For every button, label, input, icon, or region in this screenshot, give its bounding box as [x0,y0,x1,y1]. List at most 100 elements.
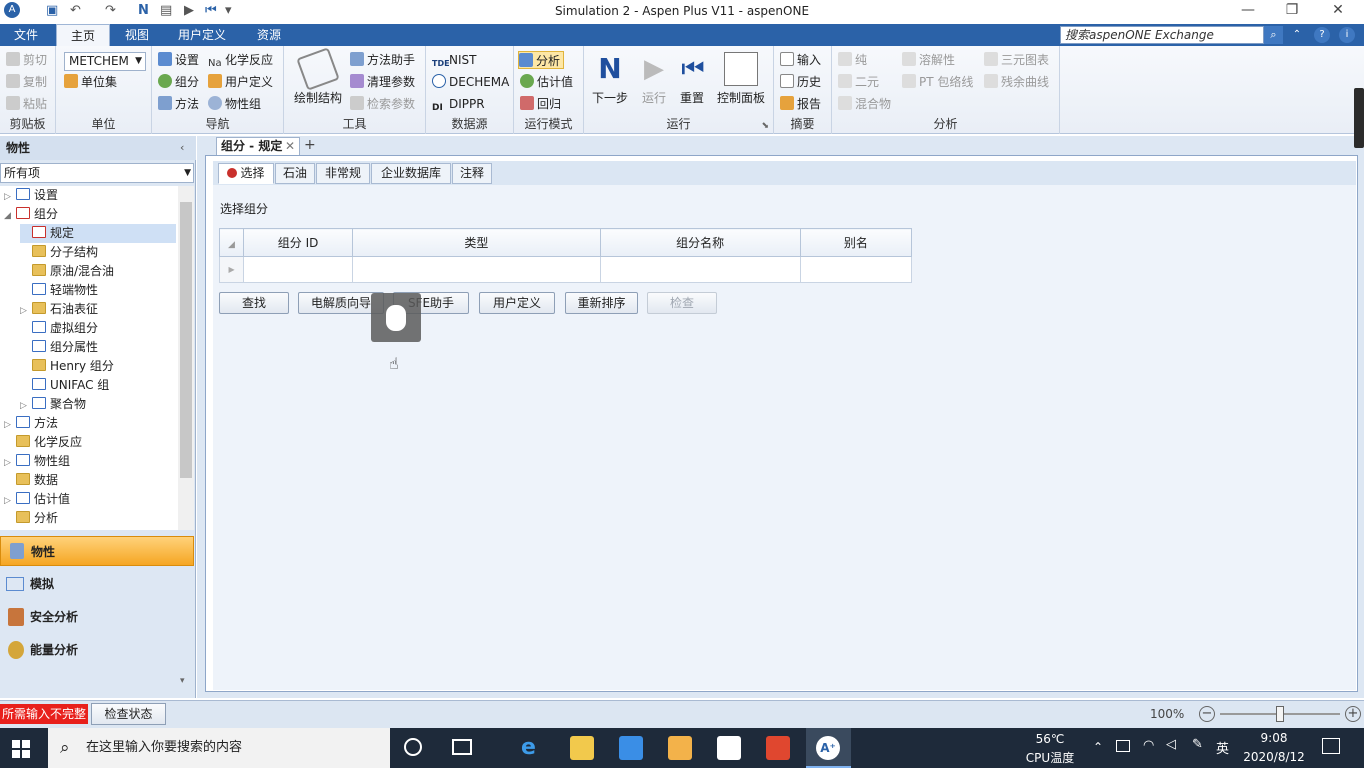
new-tab-icon[interactable]: + [304,137,316,153]
unit-set-select[interactable]: METCHEM ▼ [64,52,146,71]
clock-time[interactable]: 9:08 [1246,731,1302,745]
tree-scrollbar[interactable] [178,186,194,530]
subtab-selection[interactable]: 选择 [218,163,274,184]
cell-component-id[interactable] [243,256,354,283]
info-icon[interactable]: i [1339,27,1355,43]
notifications-icon[interactable] [1322,738,1340,754]
tab-view[interactable]: 视图 [114,24,160,46]
zoom-out-icon[interactable]: − [1199,706,1215,722]
restore-button[interactable]: ❐ [1272,2,1312,22]
cut-button[interactable]: 剪切 [6,51,47,69]
zoom-in-icon[interactable]: + [1345,706,1361,722]
store-icon[interactable] [717,736,741,760]
tree-item[interactable]: Henry 组分 [20,357,176,376]
row-selector-header[interactable]: ◢ [218,228,245,257]
estimation-mode-button[interactable]: 估计值 [520,73,573,91]
check-status-button[interactable]: 检查状态 [91,703,166,725]
cell-component-name[interactable] [599,256,801,283]
tree-item[interactable]: ▷ 物性组 [4,452,176,471]
clean-params-button[interactable]: 清理参数 [350,73,415,91]
tree-item[interactable]: ▷ 聚合物 [20,395,176,414]
tree-item[interactable]: ▷ 设置 [4,186,176,205]
battery-icon[interactable] [1116,740,1130,752]
tree-item[interactable]: ▷ 方法 [4,414,176,433]
tree-item[interactable]: 轻端物性 [20,281,176,300]
windows-start-icon[interactable] [12,740,30,758]
nav-methods-button[interactable]: 方法 [158,95,199,113]
subtab-nonconventional[interactable]: 非常规 [316,163,370,184]
find-button[interactable]: 查找 [219,292,289,314]
tree-item[interactable]: 规定 [20,224,176,243]
tree-item[interactable]: ▷ 估计值 [4,490,176,509]
regression-mode-button[interactable]: 回归 [520,95,561,113]
input-method-indicator[interactable]: 英 [1216,738,1229,757]
cell-alias[interactable] [799,256,913,283]
method-assistant-button[interactable]: 方法助手 [350,51,415,69]
cortana-icon[interactable] [404,738,422,756]
exchange-search-input[interactable]: 搜索aspenONE Exchange [1060,26,1264,44]
residue-curve-button[interactable]: 残余曲线 [984,73,1049,91]
scroll-thumb[interactable] [180,202,192,478]
tree-item[interactable]: 化学反应 [4,433,176,452]
subtab-petroleum[interactable]: 石油 [275,163,315,184]
tree-filter-select[interactable]: 所有项 ▼ [0,163,194,183]
tab-customize[interactable]: 用户定义 [166,24,238,46]
tree-item[interactable]: ◢ 组分 [4,205,176,224]
pane-options-icon[interactable]: ▾ [180,676,185,686]
tree-item[interactable]: 分析 [4,509,176,528]
tab-home[interactable]: 主页 [56,24,110,46]
run-button[interactable]: ▶ 运行 [636,52,672,106]
history-button[interactable]: 历史 [780,73,821,91]
control-panel-button[interactable]: 控制面板 [714,52,768,106]
collapse-ribbon-icon[interactable]: ⌃ [1289,27,1305,43]
document-tab[interactable]: 组分 - 规定 ✕ [216,137,300,155]
copy-button[interactable]: 复制 [6,73,47,91]
close-button[interactable]: ✕ [1318,2,1358,22]
nist-button[interactable]: TDENIST [432,51,476,69]
review-button[interactable]: 检查 [647,292,717,314]
nav-prop-sets-button[interactable]: 物性组 [208,95,261,113]
draw-structure-button[interactable]: 绘制结构 [290,47,346,106]
pen-icon[interactable]: ✎ [1192,737,1203,752]
input-incomplete-status[interactable]: 所需输入不完整 [0,704,89,724]
mixture-button[interactable]: 混合物 [838,95,891,113]
column-component-id[interactable]: 组分 ID [243,228,354,257]
zoom-slider-thumb[interactable] [1276,706,1284,722]
column-alias[interactable]: 别名 [799,228,913,257]
binary-button[interactable]: 二元 [838,73,879,91]
app-icon[interactable] [668,736,692,760]
nav-user-defined-button[interactable]: 用户定义 [208,73,273,91]
paste-button[interactable]: 粘贴 [6,95,47,113]
close-tab-icon[interactable]: ✕ [285,138,295,154]
subtab-comments[interactable]: 注释 [452,163,492,184]
aspen-taskbar-button[interactable]: A⁺ [806,728,851,768]
edge-icon[interactable]: e [521,736,545,760]
tree-item[interactable]: 组分属性 [20,338,176,357]
nav-chemistry-button[interactable]: Na 化学反应 [208,51,273,69]
subtab-enterprise-db[interactable]: 企业数据库 [371,163,451,184]
camtasia-icon[interactable] [766,736,790,760]
cell-type[interactable] [352,256,601,283]
window-scrollbar[interactable] [1354,88,1364,148]
help-icon[interactable]: ? [1314,27,1330,43]
user-defined-button[interactable]: 用户定义 [479,292,555,314]
nav-safety-analysis[interactable]: 安全分析 [0,602,194,632]
pure-button[interactable]: 纯 [838,51,867,69]
taskbar-search-box[interactable]: 在这里输入你要搜索的内容 [48,728,390,768]
nav-simulation[interactable]: 模拟 [0,569,194,599]
analysis-mode-button[interactable]: 分析 [518,51,565,69]
tree-item[interactable]: UNIFAC 组 [20,376,176,395]
tree-item[interactable]: 原油/混合油 [20,262,176,281]
dippr-button[interactable]: DI DIPPR [432,95,485,113]
tree-item[interactable]: ▷ 石油表征 [20,300,176,319]
tray-expand-icon[interactable]: ⌃ [1093,740,1103,754]
nav-properties[interactable]: 物性 [0,536,194,566]
tree-item[interactable]: 分子结构 [20,243,176,262]
nav-components-button[interactable]: 组分 [158,73,199,91]
pt-envelope-button[interactable]: PT 包络线 [902,73,973,91]
tab-file[interactable]: 文件 [0,24,52,46]
row-selector[interactable]: ▶ [218,256,245,283]
volume-icon[interactable]: ◁ [1166,737,1176,752]
clock-date[interactable]: 2020/8/12 [1240,750,1308,764]
search-icon[interactable]: ⌕ [1264,26,1283,44]
